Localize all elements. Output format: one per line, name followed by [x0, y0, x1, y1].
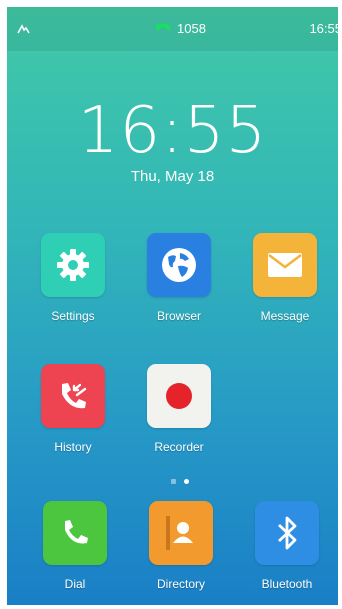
app-history[interactable]: History — [29, 364, 117, 454]
page-indicator — [171, 479, 189, 484]
bluetooth-icon — [255, 501, 319, 565]
contact-card-icon — [149, 501, 213, 565]
lock-clock: 16:55 — [77, 94, 268, 168]
dock-bluetooth[interactable]: Bluetooth — [243, 501, 331, 591]
envelope-icon — [253, 233, 317, 297]
dock-directory[interactable]: Directory — [137, 501, 225, 591]
app-message[interactable]: Message — [241, 233, 329, 323]
signal-icon — [17, 22, 31, 36]
status-time: 16:55 — [309, 21, 338, 36]
app-label: Settings — [51, 309, 95, 323]
page-dot[interactable] — [171, 479, 176, 484]
app-settings[interactable]: Settings — [29, 233, 117, 323]
page-dot-active[interactable] — [184, 479, 189, 484]
call-status[interactable]: 1058 — [153, 20, 206, 37]
missed-call-icon — [41, 364, 105, 428]
app-label: Browser — [156, 309, 201, 323]
phone-icon — [43, 501, 107, 565]
app-label: Message — [260, 309, 310, 323]
lock-date: Thu, May 18 — [130, 168, 215, 185]
app-label: History — [54, 440, 92, 454]
app-browser[interactable]: Browser — [135, 233, 223, 323]
gear-icon — [41, 233, 105, 297]
dock-dial[interactable]: Dial — [31, 501, 119, 591]
record-icon — [147, 364, 211, 428]
app-label: Dial — [64, 577, 86, 591]
app-label: Recorder — [154, 440, 204, 454]
app-label: Bluetooth — [261, 577, 313, 591]
phone-icon — [153, 20, 173, 37]
globe-icon — [147, 233, 211, 297]
status-bar: 1058 16:55 — [7, 7, 338, 51]
extension-number: 1058 — [177, 21, 206, 36]
app-recorder[interactable]: Recorder — [135, 364, 223, 454]
app-label: Directory — [156, 577, 205, 591]
home-screen: 1058 16:55 16:55 Thu, May 18 — [7, 7, 338, 605]
